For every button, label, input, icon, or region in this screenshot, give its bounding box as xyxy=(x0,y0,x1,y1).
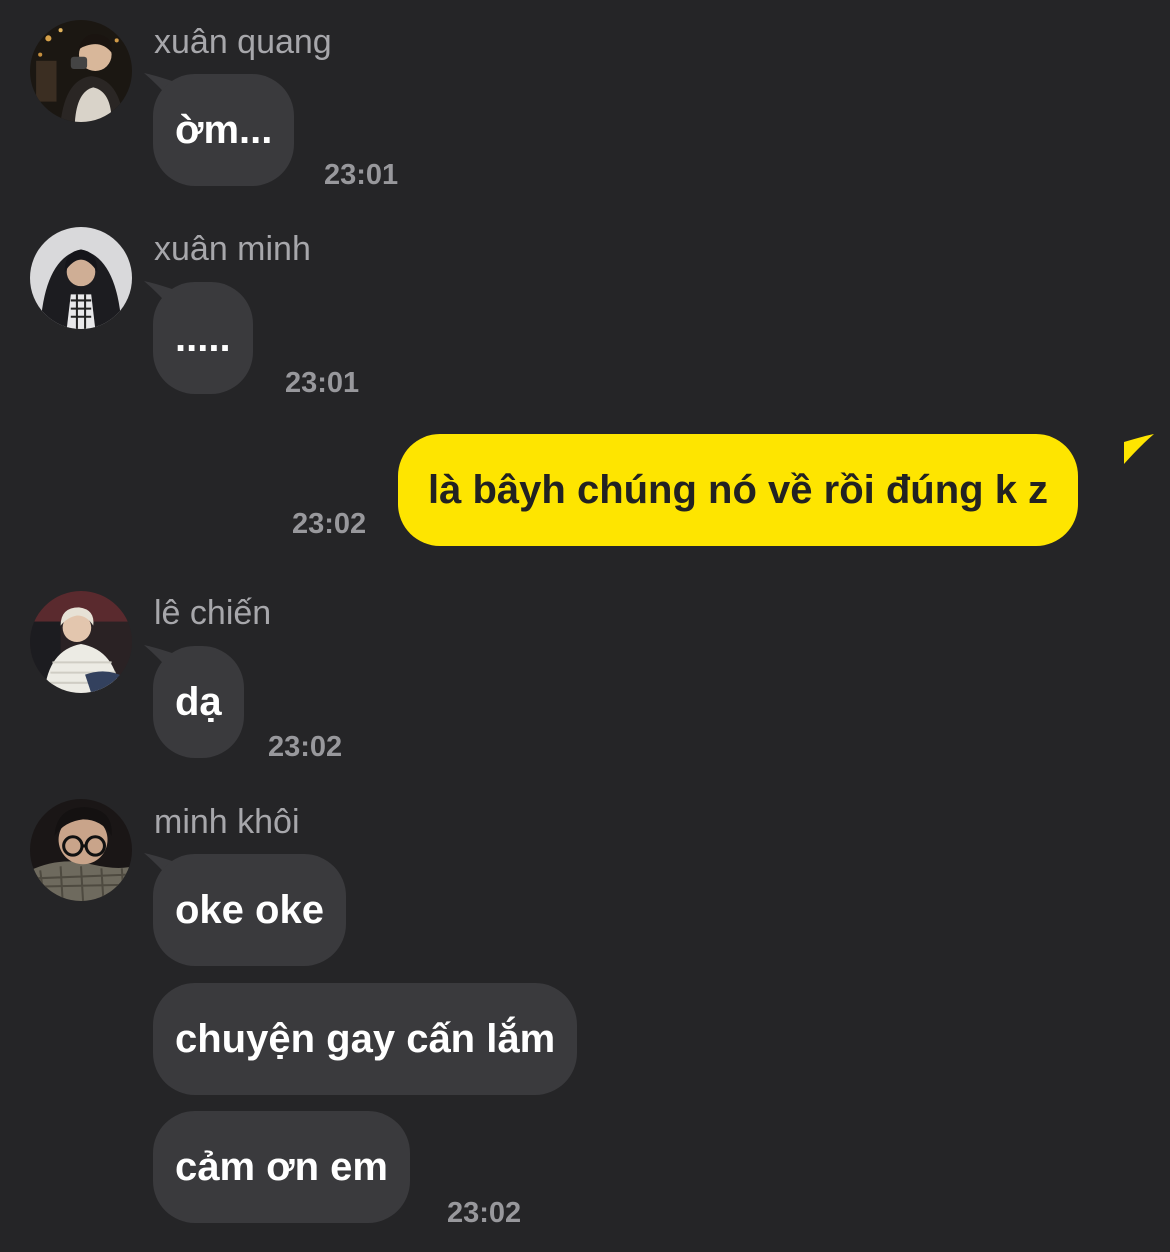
message-bubble[interactable]: oke oke xyxy=(153,854,346,966)
message-bubble[interactable]: ..... xyxy=(153,282,253,394)
avatar-minh-khoi[interactable] xyxy=(30,799,132,901)
outgoing-message-bubble[interactable]: là bâyh chúng nó về rồi đúng k z xyxy=(398,434,1079,546)
sender-name: minh khôi xyxy=(154,803,300,841)
message-time: 23:02 xyxy=(268,731,343,763)
message-bubble[interactable]: cảm ơn em xyxy=(153,1111,410,1223)
message-bubble[interactable]: dạ xyxy=(153,646,244,758)
message-time: 23:01 xyxy=(324,159,399,191)
avatar-xuan-minh[interactable] xyxy=(30,227,132,329)
message-time: 23:02 xyxy=(292,508,367,540)
message-time: 23:01 xyxy=(285,367,360,399)
avatar-xuan-quang[interactable] xyxy=(30,20,132,122)
sender-name: lê chiến xyxy=(154,594,272,632)
message-bubble[interactable]: ờm... xyxy=(153,74,295,186)
sender-name: xuân quang xyxy=(154,23,332,61)
sender-name: xuân minh xyxy=(154,230,311,268)
message-time: 23:02 xyxy=(447,1197,522,1229)
bubble-tail xyxy=(1124,434,1154,464)
message-bubble[interactable]: chuyện gay cấn lắm xyxy=(153,983,578,1095)
avatar-le-chien[interactable] xyxy=(30,591,132,693)
